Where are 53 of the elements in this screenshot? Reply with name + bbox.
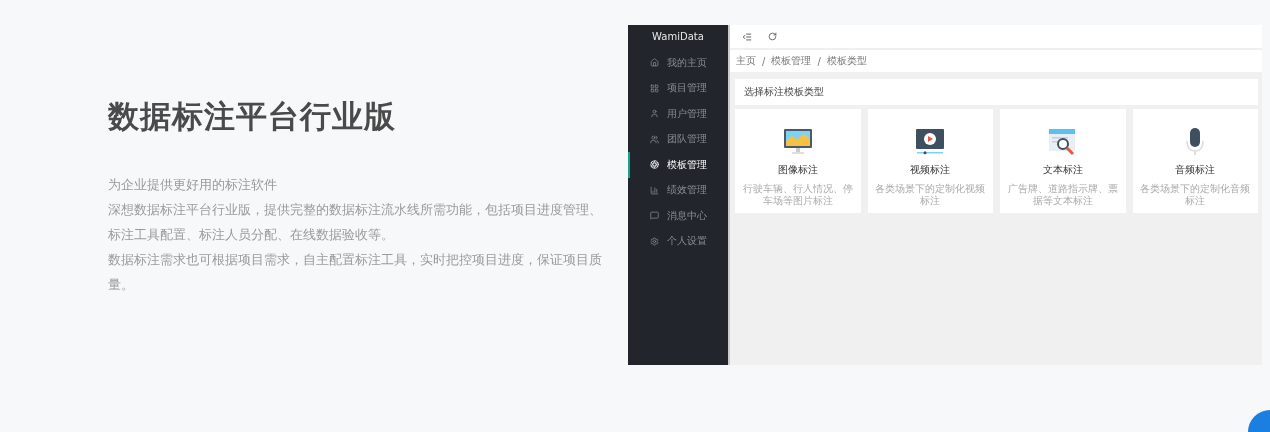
breadcrumb-separator: / <box>762 55 766 67</box>
card-title: 图像标注 <box>777 163 818 177</box>
brand-name: WamiData <box>651 30 705 44</box>
card-description: 各类场景下的定制化视频标注 <box>874 183 987 207</box>
sidebar-label: 个人设置 <box>667 234 707 249</box>
message-icon <box>650 211 659 221</box>
sidebar-label: 项目管理 <box>667 81 707 96</box>
monitor-chart-icon <box>782 127 813 157</box>
menu-fold-icon[interactable] <box>742 31 752 42</box>
bar-chart-icon <box>650 185 659 195</box>
breadcrumb-separator: / <box>817 55 821 67</box>
description-text: 深想数据标注平台行业版，提供完整的数据标注流水线所需功能，包括项目进度管理、标注工具配置、标注人员分配、在线数据验收等。 <box>108 201 603 244</box>
settings-icon <box>650 236 659 246</box>
sidebar-label: 模板管理 <box>667 157 707 172</box>
template-card[interactable]: 音频标注 各类场景下的定制化音频标注 <box>1132 109 1258 213</box>
card-title: 文本标注 <box>1042 163 1083 177</box>
card-title: 视频标注 <box>910 163 951 177</box>
card-description: 广告牌、道路指示牌、票据等文本标注 <box>1006 183 1119 207</box>
template-card[interactable]: 文本标注 广告牌、道路指示牌、票据等文本标注 <box>1000 109 1126 213</box>
sidebar-label: 绩效管理 <box>667 183 707 198</box>
sidebar-item[interactable]: 团队管理 <box>628 126 728 152</box>
breadcrumb-link[interactable]: 模板类型 <box>826 54 867 68</box>
sidebar-item[interactable]: 消息中心 <box>628 203 728 229</box>
card-title: 音频标注 <box>1175 163 1216 177</box>
aperture-icon <box>650 160 659 170</box>
card-description: 各类场景下的定制化音频标注 <box>1139 183 1252 207</box>
document-magnifier-icon <box>1047 127 1078 157</box>
sidebar-item[interactable]: 模板管理 <box>628 152 728 178</box>
description-text: 数据标注需求也可根据项目需求，自主配置标注工具，实时把控项目进度，保证项目质量。 <box>108 251 603 294</box>
users-icon <box>650 134 659 144</box>
sidebar-item[interactable]: 绩效管理 <box>628 177 728 203</box>
video-player-icon <box>915 127 946 157</box>
sidebar-label: 用户管理 <box>667 106 707 121</box>
sidebar-item[interactable]: 用户管理 <box>628 101 728 127</box>
description-text: 为企业提供更好用的标注软件 <box>108 176 278 194</box>
sidebar-item[interactable]: 项目管理 <box>628 75 728 101</box>
page-title: 数据标注平台行业版 <box>108 97 397 136</box>
sidebar-label: 我的主页 <box>667 55 707 70</box>
sidebar-label: 团队管理 <box>667 132 707 147</box>
refresh-icon[interactable] <box>768 32 777 41</box>
sidebar-item[interactable]: 个人设置 <box>628 228 728 254</box>
panel-title: 选择标注模板类型 <box>735 79 1258 105</box>
user-icon <box>650 109 659 119</box>
template-card[interactable]: 图像标注 行驶车辆、行人情况、停车场等图片标注 <box>735 109 861 213</box>
card-description: 行驶车辆、行人情况、停车场等图片标注 <box>741 183 854 207</box>
sidebar-label: 消息中心 <box>667 208 707 223</box>
sidebar-item[interactable]: 我的主页 <box>628 50 728 76</box>
breadcrumb-link[interactable]: 模板管理 <box>771 54 812 68</box>
grid-icon <box>650 83 659 93</box>
home-icon <box>650 58 659 68</box>
floating-button[interactable] <box>1248 410 1270 432</box>
template-card[interactable]: 视频标注 各类场景下的定制化视频标注 <box>867 109 993 213</box>
breadcrumb-link[interactable]: 主页 <box>736 54 756 68</box>
